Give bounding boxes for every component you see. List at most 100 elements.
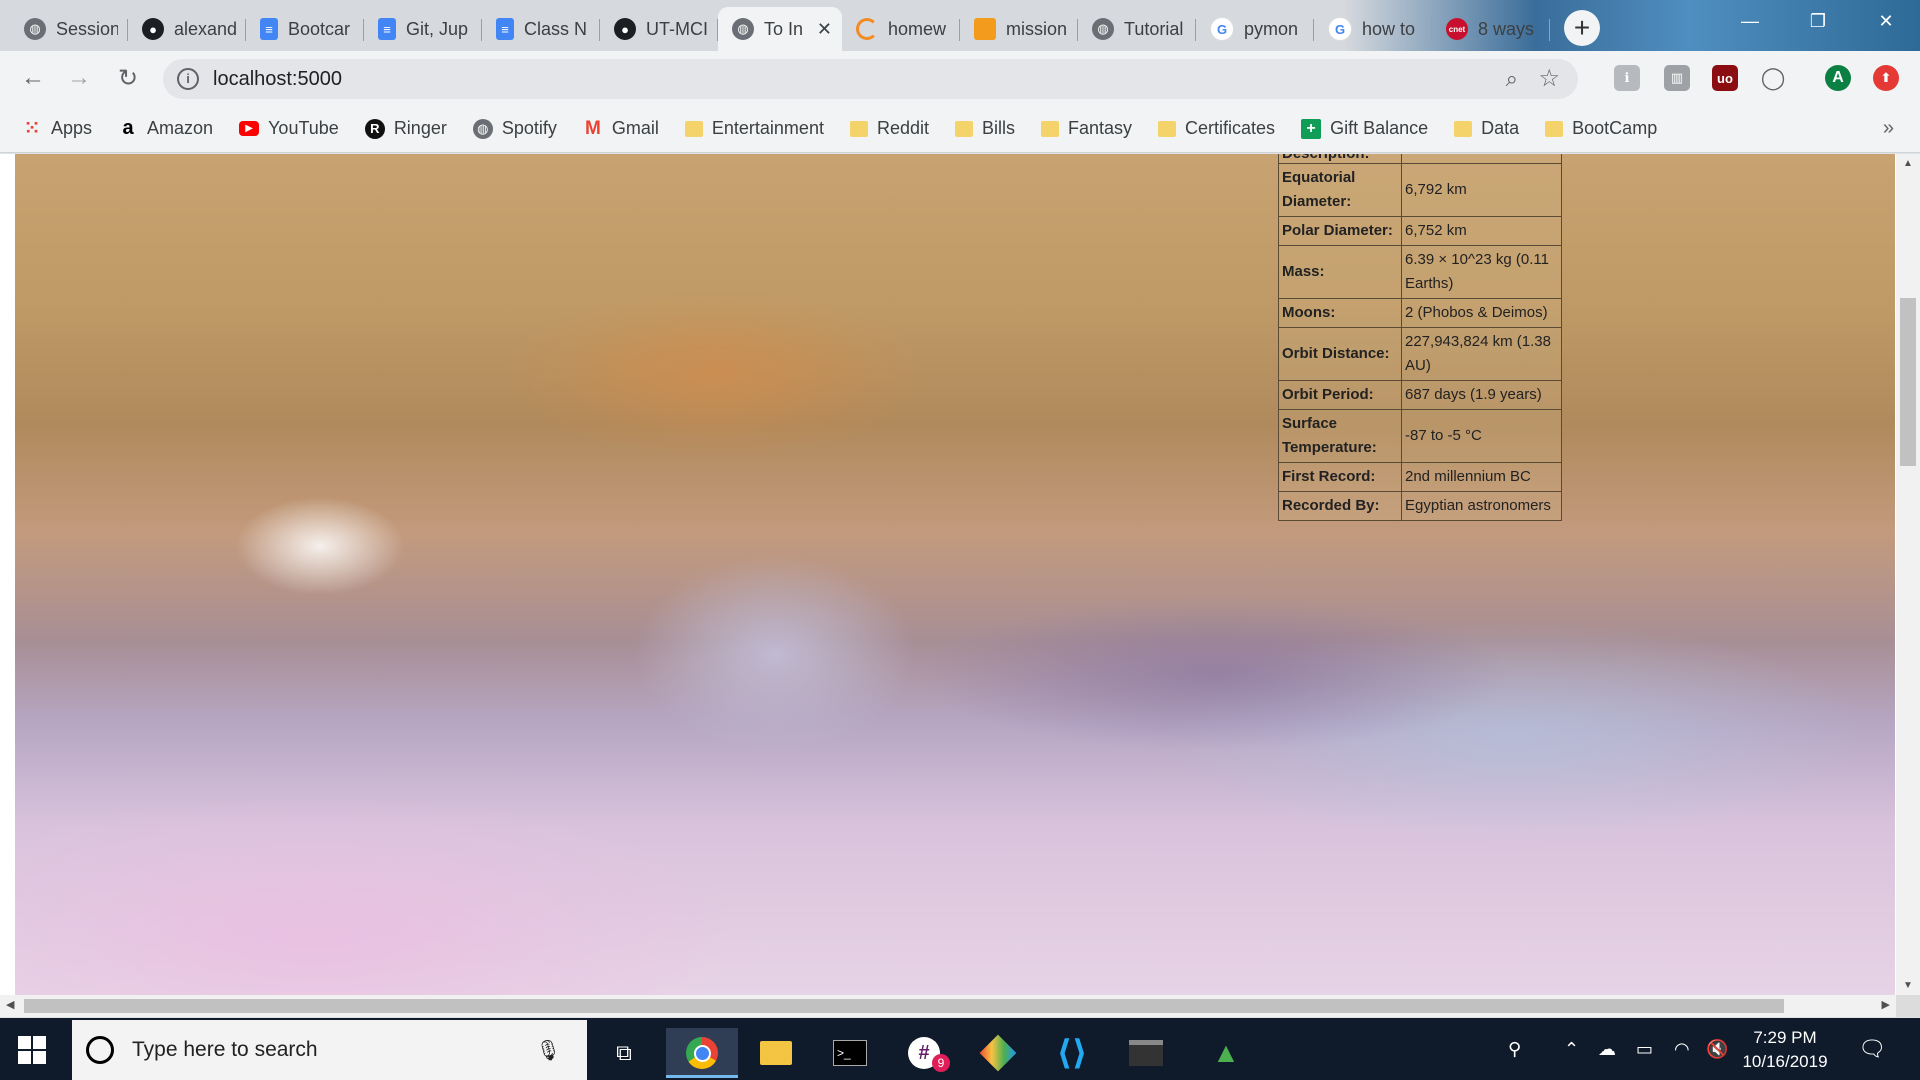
reload-button[interactable]: ↻	[113, 63, 143, 93]
bookmark-bills[interactable]: Bills	[954, 118, 1015, 139]
taskbar-robo3t[interactable]: ▲	[1190, 1028, 1262, 1078]
back-button[interactable]: ←	[18, 63, 48, 93]
onedrive-icon[interactable]: ☁	[1598, 1018, 1616, 1080]
tab-class-notes-doc[interactable]: ≡ Class N	[482, 7, 600, 51]
address-bar[interactable]: i localhost:5000 ⌕ ☆	[163, 59, 1578, 99]
amazon-icon: a	[122, 117, 134, 139]
scroll-down-icon[interactable]: ▼	[1900, 980, 1916, 991]
zoom-icon[interactable]: ⌕	[1506, 66, 1518, 92]
bookmark-star-icon[interactable]: ☆	[1538, 64, 1560, 93]
fact-value: 687 days (1.9 years)	[1401, 380, 1562, 410]
taskbar-search-box[interactable]: Type here to search 🎙	[72, 1020, 587, 1080]
close-icon[interactable]: ✕	[817, 19, 832, 40]
update-icon[interactable]: ⬆	[1873, 65, 1899, 91]
horizontal-scroll-thumb[interactable]	[24, 999, 1784, 1013]
tab-active[interactable]: ◍ To In ✕	[718, 7, 842, 51]
scroll-up-icon[interactable]: ▲	[1900, 158, 1916, 169]
volume-muted-icon[interactable]: 🔇	[1706, 1018, 1728, 1080]
tab-tutorial[interactable]: ◍ Tutorial	[1078, 7, 1196, 51]
chevron-right-icon[interactable]: »	[1883, 117, 1894, 140]
action-center-icon[interactable]: 🗨	[1858, 1018, 1886, 1080]
bookmark-ringer[interactable]: R Ringer	[364, 118, 447, 139]
tab-strip: ◍ Session ● alexand ≡ Bootcar ≡ Git, Jup ≡ Cl…	[10, 0, 1600, 51]
minimize-icon[interactable]: —	[1716, 0, 1784, 42]
bookmark-gmail[interactable]: M Gmail	[583, 118, 659, 139]
forward-button[interactable]: →	[64, 63, 94, 93]
table-row: Equatorial Diameter: 6,792 km	[1278, 163, 1562, 217]
horizontal-scrollbar[interactable]: ◀ ▶	[0, 995, 1896, 1017]
taskbar-terminal[interactable]: >_	[814, 1028, 886, 1078]
clock-date: 10/16/2019	[1742, 1052, 1828, 1071]
microphone-icon[interactable]: 🎙	[536, 1038, 561, 1063]
tab-ut-mcc[interactable]: ● UT-MCI	[600, 7, 718, 51]
docs-icon: ≡	[260, 18, 278, 40]
bookmark-certificates[interactable]: Certificates	[1158, 118, 1275, 139]
bookmark-bootcamp[interactable]: BootCamp	[1545, 118, 1657, 139]
cnet-icon: cnet	[1446, 18, 1468, 40]
taskbar-gitkraken[interactable]	[962, 1028, 1034, 1078]
vscode-icon: ⟨⟩	[1056, 1034, 1088, 1072]
search-placeholder: Type here to search	[132, 1038, 318, 1061]
bookmark-label: Entertainment	[711, 118, 824, 138]
task-view-icon[interactable]: ⧉	[588, 1028, 660, 1078]
taskbar-vscode[interactable]: ⟨⟩	[1036, 1028, 1108, 1078]
extension-icon[interactable]: ℹ	[1614, 65, 1640, 91]
extension-reader-icon[interactable]: ▥	[1664, 65, 1690, 91]
battery-icon[interactable]: ▭	[1636, 1018, 1653, 1080]
tab-label: pymon	[1244, 18, 1299, 39]
new-tab-button[interactable]: +	[1564, 10, 1600, 46]
close-window-icon[interactable]: ✕	[1852, 0, 1920, 42]
folder-icon	[1545, 120, 1564, 137]
fact-value: 6.39 × 10^23 kg (0.11 Earths)	[1401, 245, 1562, 299]
tab-how-to[interactable]: Ghow to	[1314, 7, 1432, 51]
bookmark-reddit[interactable]: Reddit	[849, 118, 929, 139]
tab-pymongo[interactable]: Gpymon	[1196, 7, 1314, 51]
scroll-right-icon[interactable]: ▶	[1882, 998, 1890, 1011]
site-info-icon[interactable]: i	[177, 68, 199, 90]
table-row: Mass: 6.39 × 10^23 kg (0.11 Earths)	[1278, 245, 1562, 299]
restore-icon[interactable]: ❐	[1784, 0, 1852, 42]
chevron-up-icon[interactable]: ⌃	[1564, 1018, 1579, 1080]
tab-mission[interactable]: mission	[960, 7, 1078, 51]
bookmark-data[interactable]: Data	[1454, 118, 1519, 139]
bookmark-fantasy[interactable]: Fantasy	[1041, 118, 1132, 139]
tab-label: Git, Jup	[406, 18, 469, 39]
tab-homework[interactable]: homew	[842, 7, 960, 51]
bookmark-entertainment[interactable]: Entertainment	[684, 118, 824, 139]
extension-circle-icon[interactable]: ◯	[1760, 65, 1786, 91]
table-row: First Record: 2nd millennium BC	[1278, 462, 1562, 492]
ublock-icon[interactable]: uo	[1712, 65, 1738, 91]
tab-bootcamp-doc[interactable]: ≡ Bootcar	[246, 7, 364, 51]
bookmark-youtube[interactable]: ▶ YouTube	[239, 118, 339, 139]
bookmark-label: Bills	[981, 118, 1015, 138]
taskbar-slack[interactable]: #9	[888, 1028, 960, 1078]
tab-8-ways[interactable]: cnet 8 ways	[1432, 7, 1550, 51]
vertical-scrollbar[interactable]: ▲ ▼	[1896, 154, 1920, 995]
bookmark-amazon[interactable]: a Amazon	[118, 117, 213, 139]
bookmark-label: Spotify	[501, 118, 557, 138]
tab-label: 8 ways	[1478, 18, 1535, 39]
taskbar-chrome[interactable]	[666, 1028, 738, 1078]
table-row: Description:	[1278, 154, 1562, 164]
taskbar-console[interactable]	[1110, 1028, 1182, 1078]
taskbar-clock[interactable]: 7:29 PM 10/16/2019	[1730, 1026, 1840, 1074]
tab-git-jupyter-doc[interactable]: ≡ Git, Jup	[364, 7, 482, 51]
taskbar-file-explorer[interactable]	[740, 1028, 812, 1078]
vertical-scroll-thumb[interactable]	[1900, 298, 1916, 466]
bookmark-label: Fantasy	[1068, 118, 1133, 138]
fact-value: Egyptian astronomers	[1401, 491, 1562, 521]
wifi-icon[interactable]: ◠	[1674, 1018, 1690, 1080]
globe-icon: ◍	[24, 18, 46, 40]
windows-start-icon[interactable]	[18, 1036, 46, 1064]
bookmark-spotify[interactable]: ◍ Spotify	[472, 118, 557, 139]
bookmark-apps[interactable]: ⁙ Apps	[22, 118, 92, 139]
tab-alexand[interactable]: ● alexand	[128, 7, 246, 51]
people-icon[interactable]: ⚲	[1508, 1018, 1521, 1080]
profile-avatar[interactable]: A	[1825, 65, 1851, 91]
bookmark-gift-balance[interactable]: + Gift Balance	[1301, 118, 1428, 139]
fact-value: -87 to -5 °C	[1401, 409, 1562, 463]
scroll-left-icon[interactable]: ◀	[6, 998, 14, 1011]
tab-session[interactable]: ◍ Session	[10, 7, 128, 51]
fact-key: Orbit Period:	[1278, 380, 1402, 410]
table-row: Moons: 2 (Phobos & Deimos)	[1278, 298, 1562, 328]
